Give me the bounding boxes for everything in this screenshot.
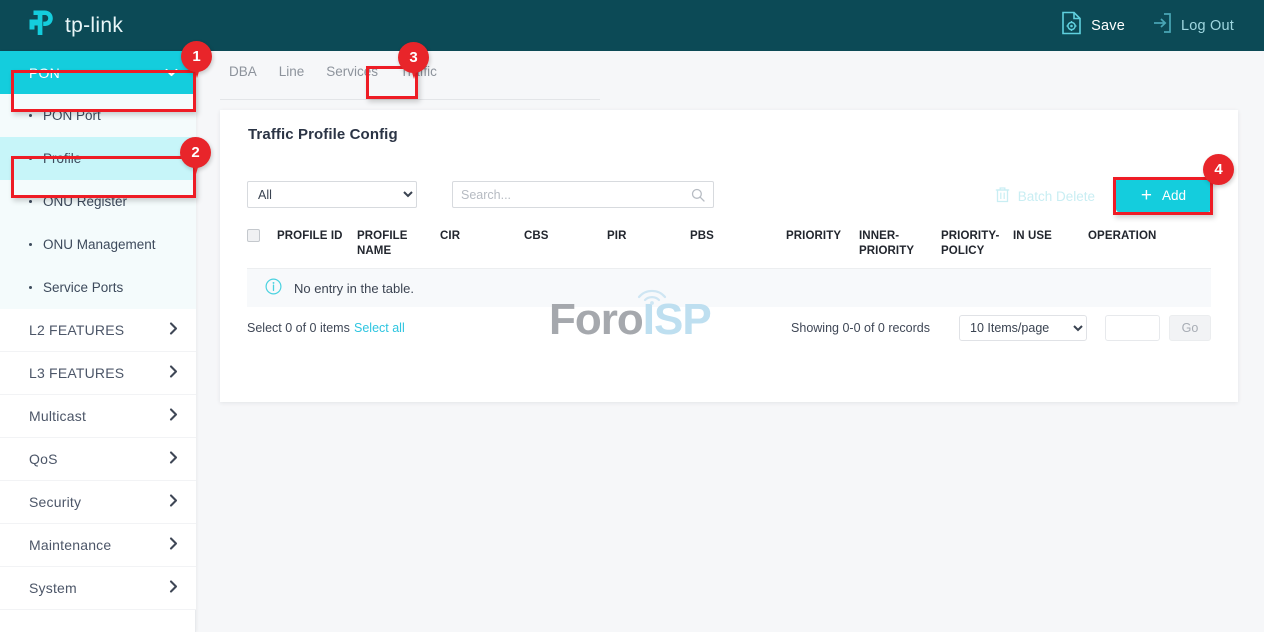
profile-filter-select[interactable]: All (247, 181, 417, 208)
table-header-row: PROFILE ID PROFILE NAME CIR CBS PIR PBS … (247, 225, 1211, 269)
sidebar-group-multicast-label: Multicast (29, 408, 86, 424)
column-cbs[interactable]: CBS (524, 225, 607, 269)
go-button[interactable]: Go (1169, 315, 1211, 341)
brand-logo[interactable]: tp-link (28, 9, 123, 42)
chevron-right-icon (169, 322, 178, 338)
sidebar-item-onu-register-label: ONU Register (43, 194, 127, 209)
sidebar-group-l2-features[interactable]: L2 FEATURES (0, 309, 196, 352)
tab-dba[interactable]: DBA (220, 62, 266, 89)
tplink-logo-icon (28, 9, 58, 42)
app-header: tp-link Save (0, 0, 1264, 51)
column-operation[interactable]: OPERATION (1088, 225, 1211, 269)
page-title: Traffic Profile Config (248, 126, 398, 143)
sidebar-item-onu-register[interactable]: ONU Register (0, 180, 196, 223)
sidebar-group-l3-features[interactable]: L3 FEATURES (0, 352, 196, 395)
table-empty-row: No entry in the table. (247, 269, 1211, 307)
save-label: Save (1091, 18, 1125, 34)
logout-arrow-icon (1151, 12, 1172, 39)
add-button[interactable]: + Add (1116, 178, 1211, 212)
save-gear-document-icon (1061, 11, 1082, 40)
search-icon[interactable] (691, 188, 705, 202)
plus-icon: + (1141, 186, 1152, 205)
sidebar-group-l3-features-label: L3 FEATURES (29, 365, 124, 381)
header-select-all-checkbox[interactable] (247, 229, 260, 242)
table-body: No entry in the table. (247, 269, 1211, 307)
save-button[interactable]: Save (1051, 6, 1135, 45)
table-empty-cell: No entry in the table. (247, 269, 1211, 307)
tab-services[interactable]: Services (317, 62, 387, 89)
sidebar-item-service-ports[interactable]: Service Ports (0, 266, 196, 309)
search-field[interactable] (452, 181, 714, 208)
select-count-label: Select 0 of 0 items (247, 321, 350, 335)
page-number-input[interactable] (1105, 315, 1160, 341)
table-header-checkbox-cell (247, 225, 277, 269)
chevron-right-icon (169, 580, 178, 596)
sidebar-group-pon[interactable]: PON (0, 51, 196, 94)
chevron-right-icon (169, 408, 178, 424)
records-count-label: Showing 0-0 of 0 records (791, 321, 930, 335)
column-pir[interactable]: PIR (607, 225, 690, 269)
traffic-profile-card: Traffic Profile Config All (220, 110, 1238, 402)
sidebar-item-pon-port-label: PON Port (43, 108, 101, 123)
add-label: Add (1162, 188, 1186, 203)
bullet-icon (29, 286, 32, 289)
table-footer: Select 0 of 0 items Select all Showing 0… (247, 315, 1211, 345)
chevron-down-icon (165, 65, 178, 80)
sidebar-item-onu-management-label: ONU Management (43, 237, 156, 252)
sidebar-item-profile-label: Profile (43, 151, 81, 166)
sidebar-item-profile[interactable]: Profile (0, 137, 196, 180)
sidebar: PON PON Port Profile ONU Register ONU Ma… (0, 51, 196, 632)
tab-line[interactable]: Line (270, 62, 314, 89)
bullet-icon (29, 157, 32, 160)
logout-label: Log Out (1181, 18, 1234, 34)
trash-icon (995, 186, 1010, 206)
page-size-select[interactable]: 10 Items/page (959, 315, 1087, 341)
bullet-icon (29, 243, 32, 246)
table-head: PROFILE ID PROFILE NAME CIR CBS PIR PBS … (247, 225, 1211, 269)
chevron-right-icon (169, 451, 178, 467)
column-profile-name[interactable]: PROFILE NAME (357, 225, 440, 269)
sidebar-group-security[interactable]: Security (0, 481, 196, 524)
batch-delete-button[interactable]: Batch Delete (995, 181, 1095, 211)
sidebar-item-onu-management[interactable]: ONU Management (0, 223, 196, 266)
sidebar-group-maintenance[interactable]: Maintenance (0, 524, 196, 567)
chevron-right-icon (169, 365, 178, 381)
search-input[interactable] (453, 182, 691, 207)
sidebar-group-pon-label: PON (29, 65, 60, 81)
sidebar-group-qos-label: QoS (29, 451, 58, 467)
table-empty-message: No entry in the table. (294, 281, 414, 296)
profile-table: PROFILE ID PROFILE NAME CIR CBS PIR PBS … (247, 225, 1211, 307)
column-inner-priority[interactable]: INNER-PRIORITY (859, 225, 941, 269)
bullet-icon (29, 200, 32, 203)
tabs-bar: DBA Line Services Traffic (220, 62, 600, 100)
bullet-icon (29, 114, 32, 117)
header-actions: Save Log Out (1051, 6, 1244, 45)
sidebar-group-multicast[interactable]: Multicast (0, 395, 196, 438)
sidebar-group-system-label: System (29, 580, 77, 596)
batch-delete-label: Batch Delete (1018, 189, 1095, 204)
column-cir[interactable]: CIR (440, 225, 524, 269)
sidebar-group-qos[interactable]: QoS (0, 438, 196, 481)
tab-traffic[interactable]: Traffic (391, 62, 446, 89)
table-toolbar: All Batch Delete (247, 181, 1211, 211)
logout-button[interactable]: Log Out (1141, 7, 1244, 44)
chevron-right-icon (169, 494, 178, 510)
column-pbs[interactable]: PBS (690, 225, 786, 269)
brand-wordmark: tp-link (65, 14, 123, 38)
sidebar-group-l2-features-label: L2 FEATURES (29, 322, 124, 338)
info-icon (265, 278, 282, 298)
select-all-link[interactable]: Select all (354, 321, 405, 335)
sidebar-group-security-label: Security (29, 494, 81, 510)
column-priority-policy[interactable]: PRIORITY-POLICY (941, 225, 1013, 269)
sidebar-group-maintenance-label: Maintenance (29, 537, 111, 553)
chevron-right-icon (169, 537, 178, 553)
column-profile-id[interactable]: PROFILE ID (277, 225, 357, 269)
sidebar-submenu-pon: PON Port Profile ONU Register ONU Manage… (0, 94, 196, 309)
column-in-use[interactable]: IN USE (1013, 225, 1088, 269)
column-priority[interactable]: PRIORITY (786, 225, 859, 269)
sidebar-item-service-ports-label: Service Ports (43, 280, 123, 295)
sidebar-scroll: PON PON Port Profile ONU Register ONU Ma… (0, 51, 196, 610)
sidebar-item-pon-port[interactable]: PON Port (0, 94, 196, 137)
sidebar-group-system[interactable]: System (0, 567, 196, 610)
